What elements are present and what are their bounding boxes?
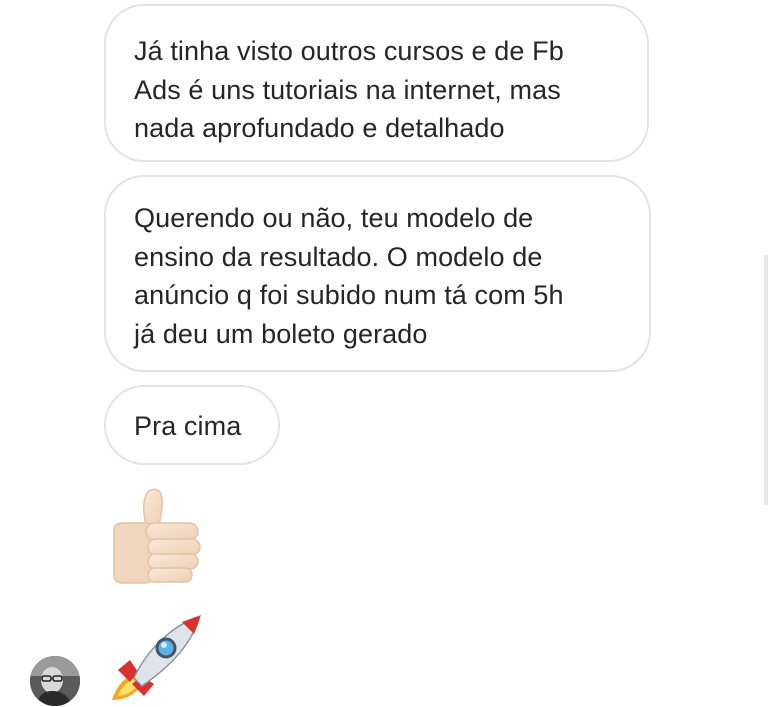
profile-photo-avatar[interactable] <box>30 656 80 706</box>
message-bubble[interactable]: Pra cima <box>104 385 280 465</box>
message-line: Ads é uns tutoriais na internet, mas <box>134 74 561 105</box>
screen-edge <box>764 255 768 505</box>
thumbs-up-icon[interactable] <box>106 485 204 585</box>
message-line: anúncio q foi subido num tá com 5h <box>134 280 564 310</box>
message-line: ensino da resultado. O modelo de <box>134 241 543 272</box>
message-line: Querendo ou não, teu modelo de <box>134 203 534 233</box>
message-thread: Já tinha visto outros cursos e de Fb Ads… <box>0 0 768 707</box>
message-line: Pra cima <box>134 411 242 441</box>
thumbs-up-graphic <box>113 488 201 584</box>
message-bubble[interactable]: Querendo ou não, teu modelo de ensino da… <box>104 175 651 372</box>
message-line: Já tinha visto outros cursos e de Fb <box>134 36 564 66</box>
avatar-graphic <box>30 656 80 706</box>
rocket-icon[interactable] <box>104 610 206 704</box>
message-bubble[interactable]: Já tinha visto outros cursos e de Fb Ads… <box>104 4 649 162</box>
message-line: já deu um boleto gerado <box>134 318 428 349</box>
rocket-graphic <box>112 614 202 700</box>
message-line: nada aprofundado e detalhado <box>134 113 505 143</box>
